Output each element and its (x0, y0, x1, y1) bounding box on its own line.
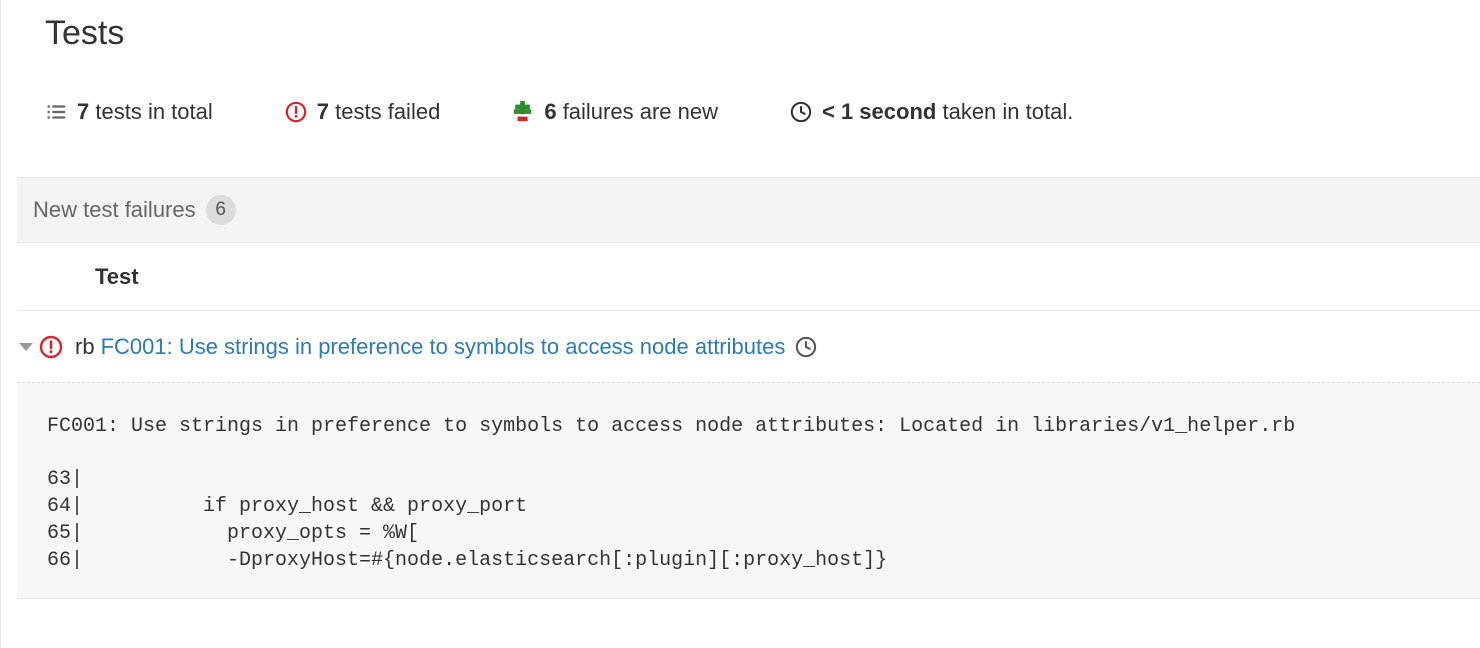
table-header: Test (17, 243, 1480, 311)
code-line: 64| if proxy_host && proxy_port (47, 493, 1450, 520)
diff-icon (512, 101, 534, 123)
summary-total: 7 tests in total (45, 99, 213, 125)
section-badge: 6 (206, 195, 236, 225)
summary-failed-text: 7 tests failed (317, 99, 441, 125)
summary-total-text: 7 tests in total (77, 99, 213, 125)
summary-failed: 7 tests failed (285, 99, 441, 125)
summary-time-text: < 1 second taken in total. (822, 99, 1073, 125)
test-row[interactable]: rb FC001: Use strings in preference to s… (17, 311, 1480, 383)
page-title: Tests (45, 0, 1480, 53)
summary-new: 6 failures are new (512, 99, 718, 125)
clock-icon (795, 336, 817, 358)
section-label: New test failures (33, 197, 196, 223)
clock-icon (790, 101, 812, 123)
caret-down-icon[interactable] (19, 343, 33, 351)
code-line: 66| -DproxyHost=#{node.elasticsearch[:pl… (47, 547, 1450, 574)
summary-row: 7 tests in total 7 tests failed (45, 99, 1480, 125)
section-header-new-failures[interactable]: New test failures 6 (17, 177, 1480, 243)
code-line: 65| proxy_opts = %W[ (47, 520, 1450, 547)
alert-circle-icon (285, 101, 307, 123)
code-line: 63| (47, 466, 1450, 493)
test-link[interactable]: FC001: Use strings in preference to symb… (101, 334, 786, 360)
column-test: Test (95, 264, 139, 290)
summary-time: < 1 second taken in total. (790, 99, 1073, 125)
alert-circle-icon (39, 335, 63, 359)
code-header: FC001: Use strings in preference to symb… (47, 413, 1450, 440)
code-panel: FC001: Use strings in preference to symb… (17, 383, 1480, 599)
list-icon (45, 101, 67, 123)
summary-new-text: 6 failures are new (544, 99, 718, 125)
test-prefix: rb (75, 334, 95, 360)
